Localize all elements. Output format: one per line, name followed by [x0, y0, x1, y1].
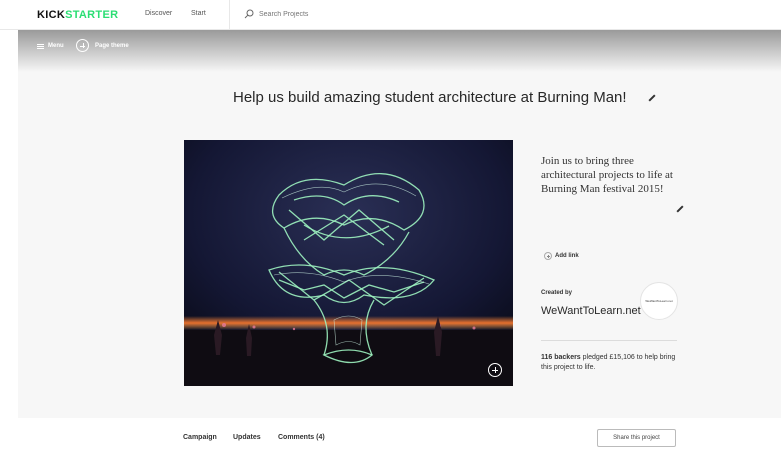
- nav-discover-link[interactable]: Discover: [145, 10, 172, 17]
- kickstarter-logo[interactable]: KICKSTARTER: [37, 9, 118, 21]
- backers-summary: 116 backers pledged £15,106 to help brin…: [541, 353, 681, 373]
- nav-divider: [229, 0, 230, 30]
- nav-start-link[interactable]: Start: [191, 10, 206, 17]
- share-project-button[interactable]: Share this project: [597, 429, 676, 447]
- editor-toolbar: [18, 30, 781, 72]
- page-theme-button[interactable]: Page theme: [76, 39, 129, 52]
- menu-button[interactable]: Menu: [37, 43, 64, 49]
- creator-avatar[interactable]: WeWantToLearn.net: [640, 282, 678, 320]
- top-navigation-bar: KICKSTARTER Discover Start: [0, 0, 781, 30]
- tab-comments[interactable]: Comments (4): [278, 434, 325, 441]
- project-title: Help us build amazing student architectu…: [233, 89, 627, 106]
- burning-man-sculpture-image: [184, 140, 513, 386]
- project-video[interactable]: [184, 140, 513, 386]
- divider: [541, 340, 677, 341]
- project-blurb: Join us to bring three architectural pro…: [541, 155, 673, 195]
- edit-blurb-pencil-icon[interactable]: [676, 206, 684, 214]
- page-theme-label: Page theme: [95, 42, 129, 49]
- hamburger-icon: [37, 43, 44, 49]
- project-editor-area: Menu Page theme Help us build amazing st…: [18, 30, 781, 418]
- tab-campaign[interactable]: Campaign: [183, 434, 217, 441]
- tab-updates[interactable]: Updates: [233, 434, 261, 441]
- project-tabs-bar: Campaign Updates Comments (4) Share this…: [0, 418, 781, 457]
- plus-circle-icon: [76, 39, 89, 52]
- plus-circle-icon: [544, 252, 552, 260]
- add-link-button[interactable]: Add link: [544, 252, 579, 260]
- search-icon[interactable]: [244, 9, 254, 19]
- created-by-label: Created by: [541, 290, 573, 296]
- avatar-logo-text: WeWantToLearn.net: [645, 299, 673, 303]
- expand-plus-icon[interactable]: [488, 363, 502, 377]
- logo-part-starter: STARTER: [65, 9, 119, 21]
- search-input[interactable]: [259, 8, 439, 21]
- add-link-label: Add link: [555, 253, 579, 259]
- edit-title-pencil-icon[interactable]: [648, 95, 656, 103]
- backers-count: 116 backers: [541, 354, 581, 361]
- logo-part-kick: KICK: [37, 9, 66, 21]
- menu-label: Menu: [48, 43, 64, 49]
- creator-name[interactable]: WeWantToLearn.net: [541, 305, 641, 317]
